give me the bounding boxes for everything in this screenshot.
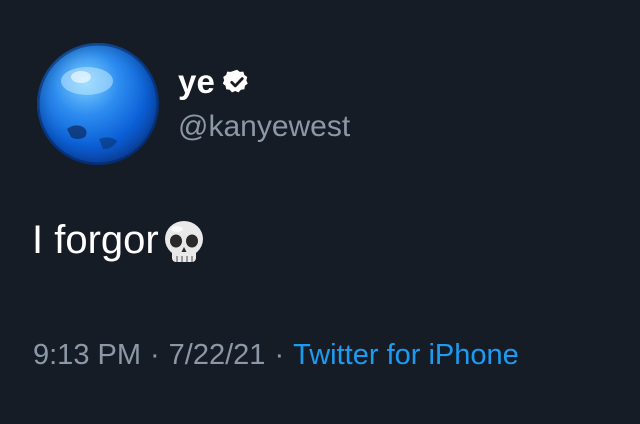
avatar[interactable]	[37, 43, 159, 165]
author-info: ye @kanyewest	[178, 62, 350, 146]
tweet-date[interactable]: 7/22/21	[169, 339, 266, 371]
tweet-metadata: 9:13 PM · 7/22/21 · Twitter for iPhone	[33, 335, 519, 375]
tweet-time[interactable]: 9:13 PM	[33, 339, 141, 371]
tweet-card: ye @kanyewest I forgor 9:13 PM · 7/22/21…	[0, 0, 640, 424]
display-name[interactable]: ye	[178, 62, 215, 102]
name-row: ye	[178, 62, 350, 102]
skull-icon	[161, 218, 207, 268]
tweet-body: I forgor	[32, 212, 207, 268]
tweet-text: I forgor	[32, 218, 159, 262]
tweet-source-link[interactable]: Twitter for iPhone	[293, 339, 519, 371]
user-handle[interactable]: @kanyewest	[178, 108, 350, 146]
verified-badge-icon	[222, 68, 251, 96]
separator: ·	[150, 339, 160, 371]
separator: ·	[274, 339, 285, 371]
planet-icon	[37, 43, 159, 165]
